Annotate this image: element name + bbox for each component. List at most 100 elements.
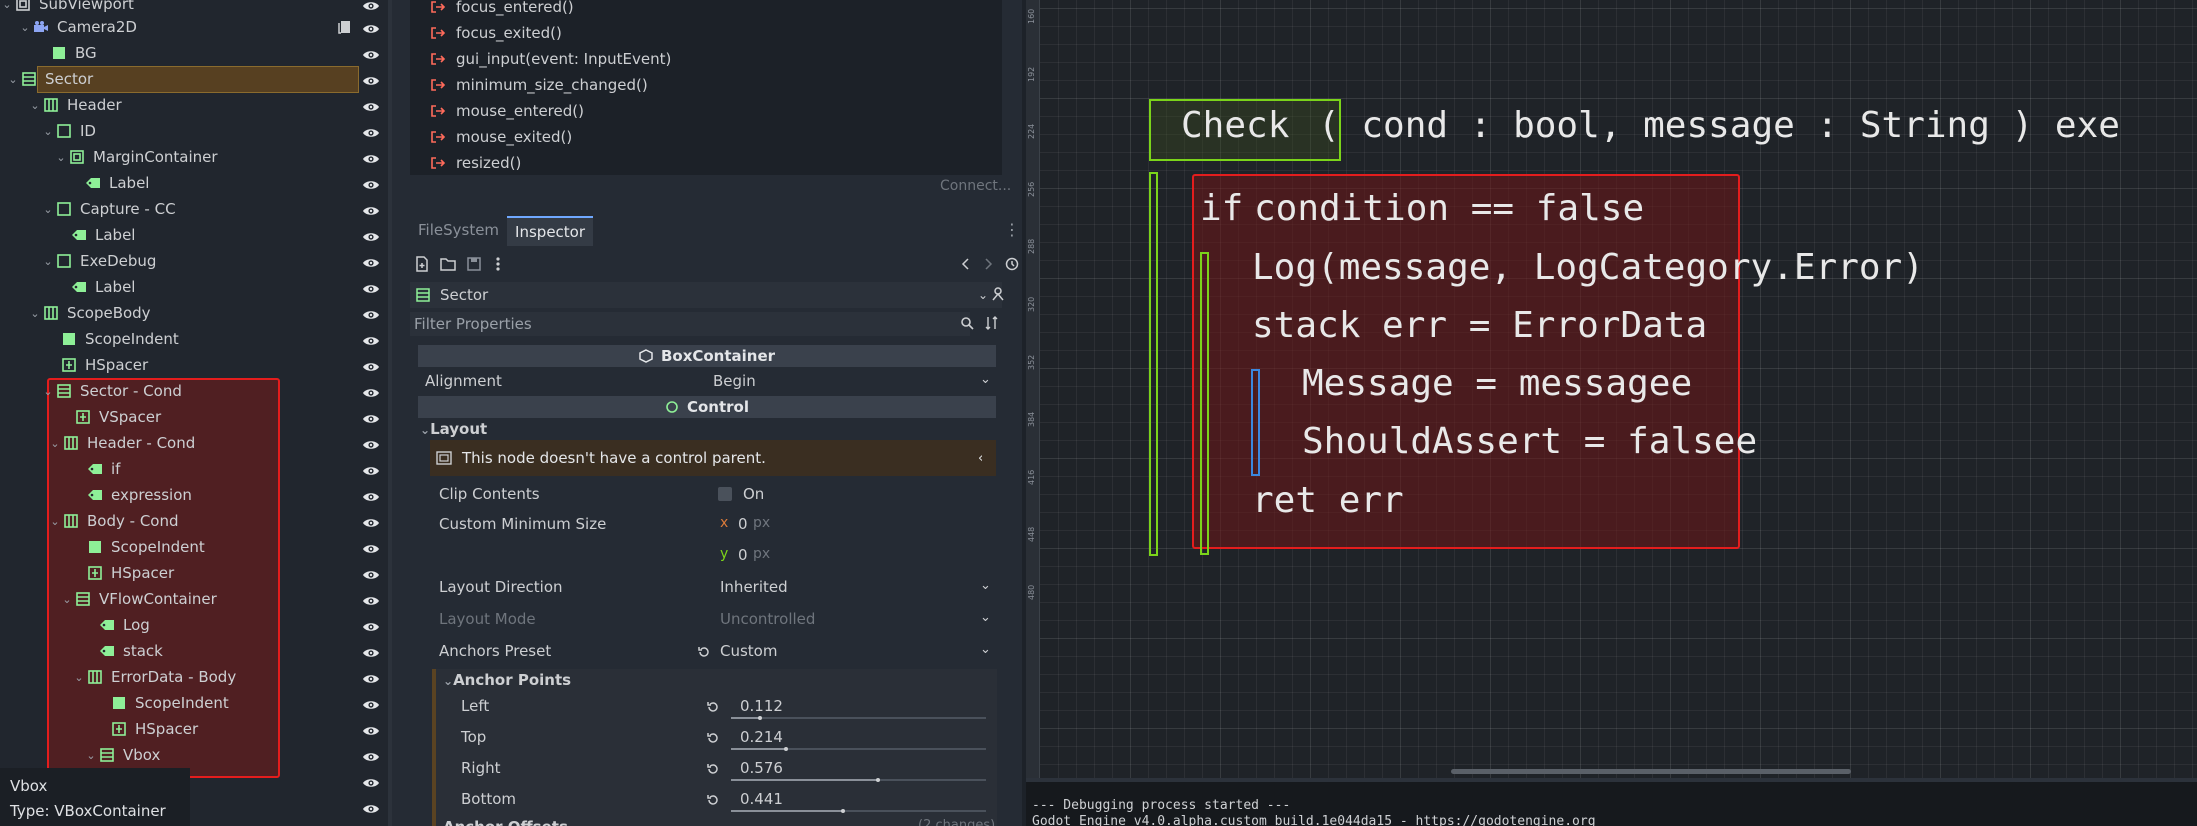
expand-arrow-icon[interactable]: ⌄ (41, 385, 55, 398)
visibility-eye-icon[interactable] (362, 593, 380, 605)
signal-item[interactable]: focus_exited() (430, 20, 562, 46)
visibility-eye-icon[interactable] (362, 73, 380, 85)
min-size-y-input[interactable]: 0 (738, 546, 748, 564)
visibility-eye-icon[interactable] (362, 229, 380, 241)
tree-node-row[interactable]: Label (0, 170, 392, 196)
anchors-preset-dropdown[interactable]: Custom (720, 642, 777, 660)
anchor-left-value[interactable]: 0.112 (740, 697, 783, 715)
visibility-eye-icon[interactable] (362, 463, 380, 475)
visibility-eye-icon[interactable] (362, 151, 380, 163)
new-resource-icon[interactable] (414, 256, 430, 272)
alignment-dropdown[interactable]: Begin (713, 372, 756, 390)
tree-node-row[interactable]: Log (0, 612, 392, 638)
property-sort-icon[interactable] (984, 315, 1000, 331)
more-options-icon[interactable] (490, 256, 506, 272)
reset-icon[interactable] (706, 731, 720, 745)
visibility-eye-icon[interactable] (362, 21, 380, 33)
tree-node-row[interactable]: Label (0, 274, 392, 300)
visibility-eye-icon[interactable] (362, 801, 380, 813)
visibility-eye-icon[interactable] (362, 411, 380, 423)
tree-node-row[interactable]: HSpacer (0, 352, 392, 378)
expand-arrow-icon[interactable]: ⌄ (54, 151, 68, 164)
anchor-right-value[interactable]: 0.576 (740, 759, 783, 777)
visibility-eye-icon[interactable] (362, 489, 380, 501)
expand-arrow-icon[interactable]: ⌄ (48, 437, 62, 450)
expand-arrow-icon[interactable]: ⌄ (60, 593, 74, 606)
signal-item[interactable]: focus_entered() (430, 0, 574, 20)
history-back-icon[interactable] (958, 256, 974, 272)
boxcontainer-section-header[interactable]: BoxContainer (418, 345, 996, 367)
reset-icon[interactable] (706, 762, 720, 776)
tree-node-row[interactable]: ⌄ Header (0, 92, 392, 118)
visibility-eye-icon[interactable] (362, 671, 380, 683)
tree-node-row[interactable]: ⌄ Camera2D (0, 14, 392, 40)
tree-node-row[interactable]: ⌄ Vbox (0, 742, 392, 768)
min-size-x-input[interactable]: 0 (738, 515, 748, 533)
anchor-bottom-value[interactable]: 0.441 (740, 790, 783, 808)
anchor-points-header[interactable]: ⌄Anchor Points (443, 671, 571, 689)
tab-filesystem[interactable]: FileSystem (410, 216, 507, 246)
visibility-eye-icon[interactable] (362, 47, 380, 59)
tree-node-row[interactable]: expression (0, 482, 392, 508)
visibility-eye-icon[interactable] (362, 749, 380, 761)
visibility-eye-icon[interactable] (362, 385, 380, 397)
expand-arrow-icon[interactable]: ⌄ (84, 749, 98, 762)
visibility-eye-icon[interactable] (362, 567, 380, 579)
control-section-header[interactable]: Control (418, 396, 996, 418)
node-info-icon[interactable] (990, 286, 1006, 302)
signal-item[interactable]: mouse_entered() (430, 98, 584, 124)
visibility-eye-icon[interactable] (362, 541, 380, 553)
tree-node-row[interactable]: ⌄ Sector (0, 66, 392, 92)
tree-node-row[interactable]: ⌄ VFlowContainer (0, 586, 392, 612)
tree-node-row[interactable]: ⌄ Capture - CC (0, 196, 392, 222)
visibility-eye-icon[interactable] (362, 177, 380, 189)
visibility-eye-icon[interactable] (362, 125, 380, 137)
signal-item[interactable]: resized() (430, 150, 521, 176)
tree-node-row[interactable]: ⌄ Body - Cond (0, 508, 392, 534)
visibility-eye-icon[interactable] (362, 359, 380, 371)
expand-arrow-icon[interactable]: ⌄ (41, 203, 55, 216)
save-icon[interactable] (466, 256, 482, 272)
expand-arrow-icon[interactable]: ⌄ (41, 125, 55, 138)
output-divider[interactable] (1026, 778, 2197, 782)
visibility-eye-icon[interactable] (362, 619, 380, 631)
collapse-arrow-icon[interactable]: ‹ (978, 451, 983, 466)
expand-arrow-icon[interactable]: ⌄ (18, 21, 32, 34)
tree-node-row[interactable]: HSpacer (0, 560, 392, 586)
visibility-eye-icon[interactable] (362, 723, 380, 735)
layout-section-header[interactable]: ⌄Layout (420, 420, 487, 438)
connect-button[interactable]: Connect... (940, 178, 1011, 194)
tree-node-row[interactable]: ⌄ Sector - Cond (0, 378, 392, 404)
open-folder-icon[interactable] (440, 256, 456, 272)
expand-arrow-icon[interactable]: ⌄ (28, 307, 42, 320)
visibility-eye-icon[interactable] (362, 255, 380, 267)
expand-arrow-icon[interactable]: ⌄ (6, 73, 20, 86)
anchor-slider-track[interactable] (731, 717, 986, 719)
tree-node-row[interactable]: VSpacer (0, 404, 392, 430)
visibility-eye-icon[interactable] (362, 697, 380, 709)
tree-node-row[interactable]: HSpacer (0, 716, 392, 742)
tree-node-row[interactable]: ⌄ ExeDebug (0, 248, 392, 274)
anchor-slider-knob[interactable] (875, 778, 880, 782)
anchor-offsets-header[interactable]: Anchor Offsets (443, 818, 568, 826)
tree-node-row[interactable]: ScopeIndent (0, 690, 392, 716)
tree-node-row[interactable]: if (0, 456, 392, 482)
layout-direction-dropdown[interactable]: Inherited (720, 578, 788, 596)
visibility-eye-icon[interactable] (362, 281, 380, 293)
tree-node-row[interactable]: ScopeIndent (0, 534, 392, 560)
tree-node-row[interactable]: ScopeIndent (0, 326, 392, 352)
visibility-eye-icon[interactable] (362, 333, 380, 345)
canvas-viewport[interactable]: 160 192 224 256 288 320 352 384 416 448 480 Check … (1026, 0, 2197, 778)
tree-node-row[interactable]: ⌄ ID (0, 118, 392, 144)
tree-node-row[interactable]: BG (0, 40, 392, 66)
tree-node-row[interactable]: ⌄ ScopeBody (0, 300, 392, 326)
tree-node-row[interactable]: Label (0, 222, 392, 248)
viewport-horizontal-scrollbar[interactable] (1451, 769, 1851, 774)
reset-icon[interactable] (697, 645, 711, 659)
visibility-eye-icon[interactable] (362, 307, 380, 319)
signal-item[interactable]: gui_input(event: InputEvent) (430, 46, 671, 72)
reset-icon[interactable] (706, 793, 720, 807)
visibility-eye-icon[interactable] (362, 437, 380, 449)
visibility-eye-icon[interactable] (362, 99, 380, 111)
dock-menu-icon[interactable]: ⋮ (1004, 220, 1020, 239)
